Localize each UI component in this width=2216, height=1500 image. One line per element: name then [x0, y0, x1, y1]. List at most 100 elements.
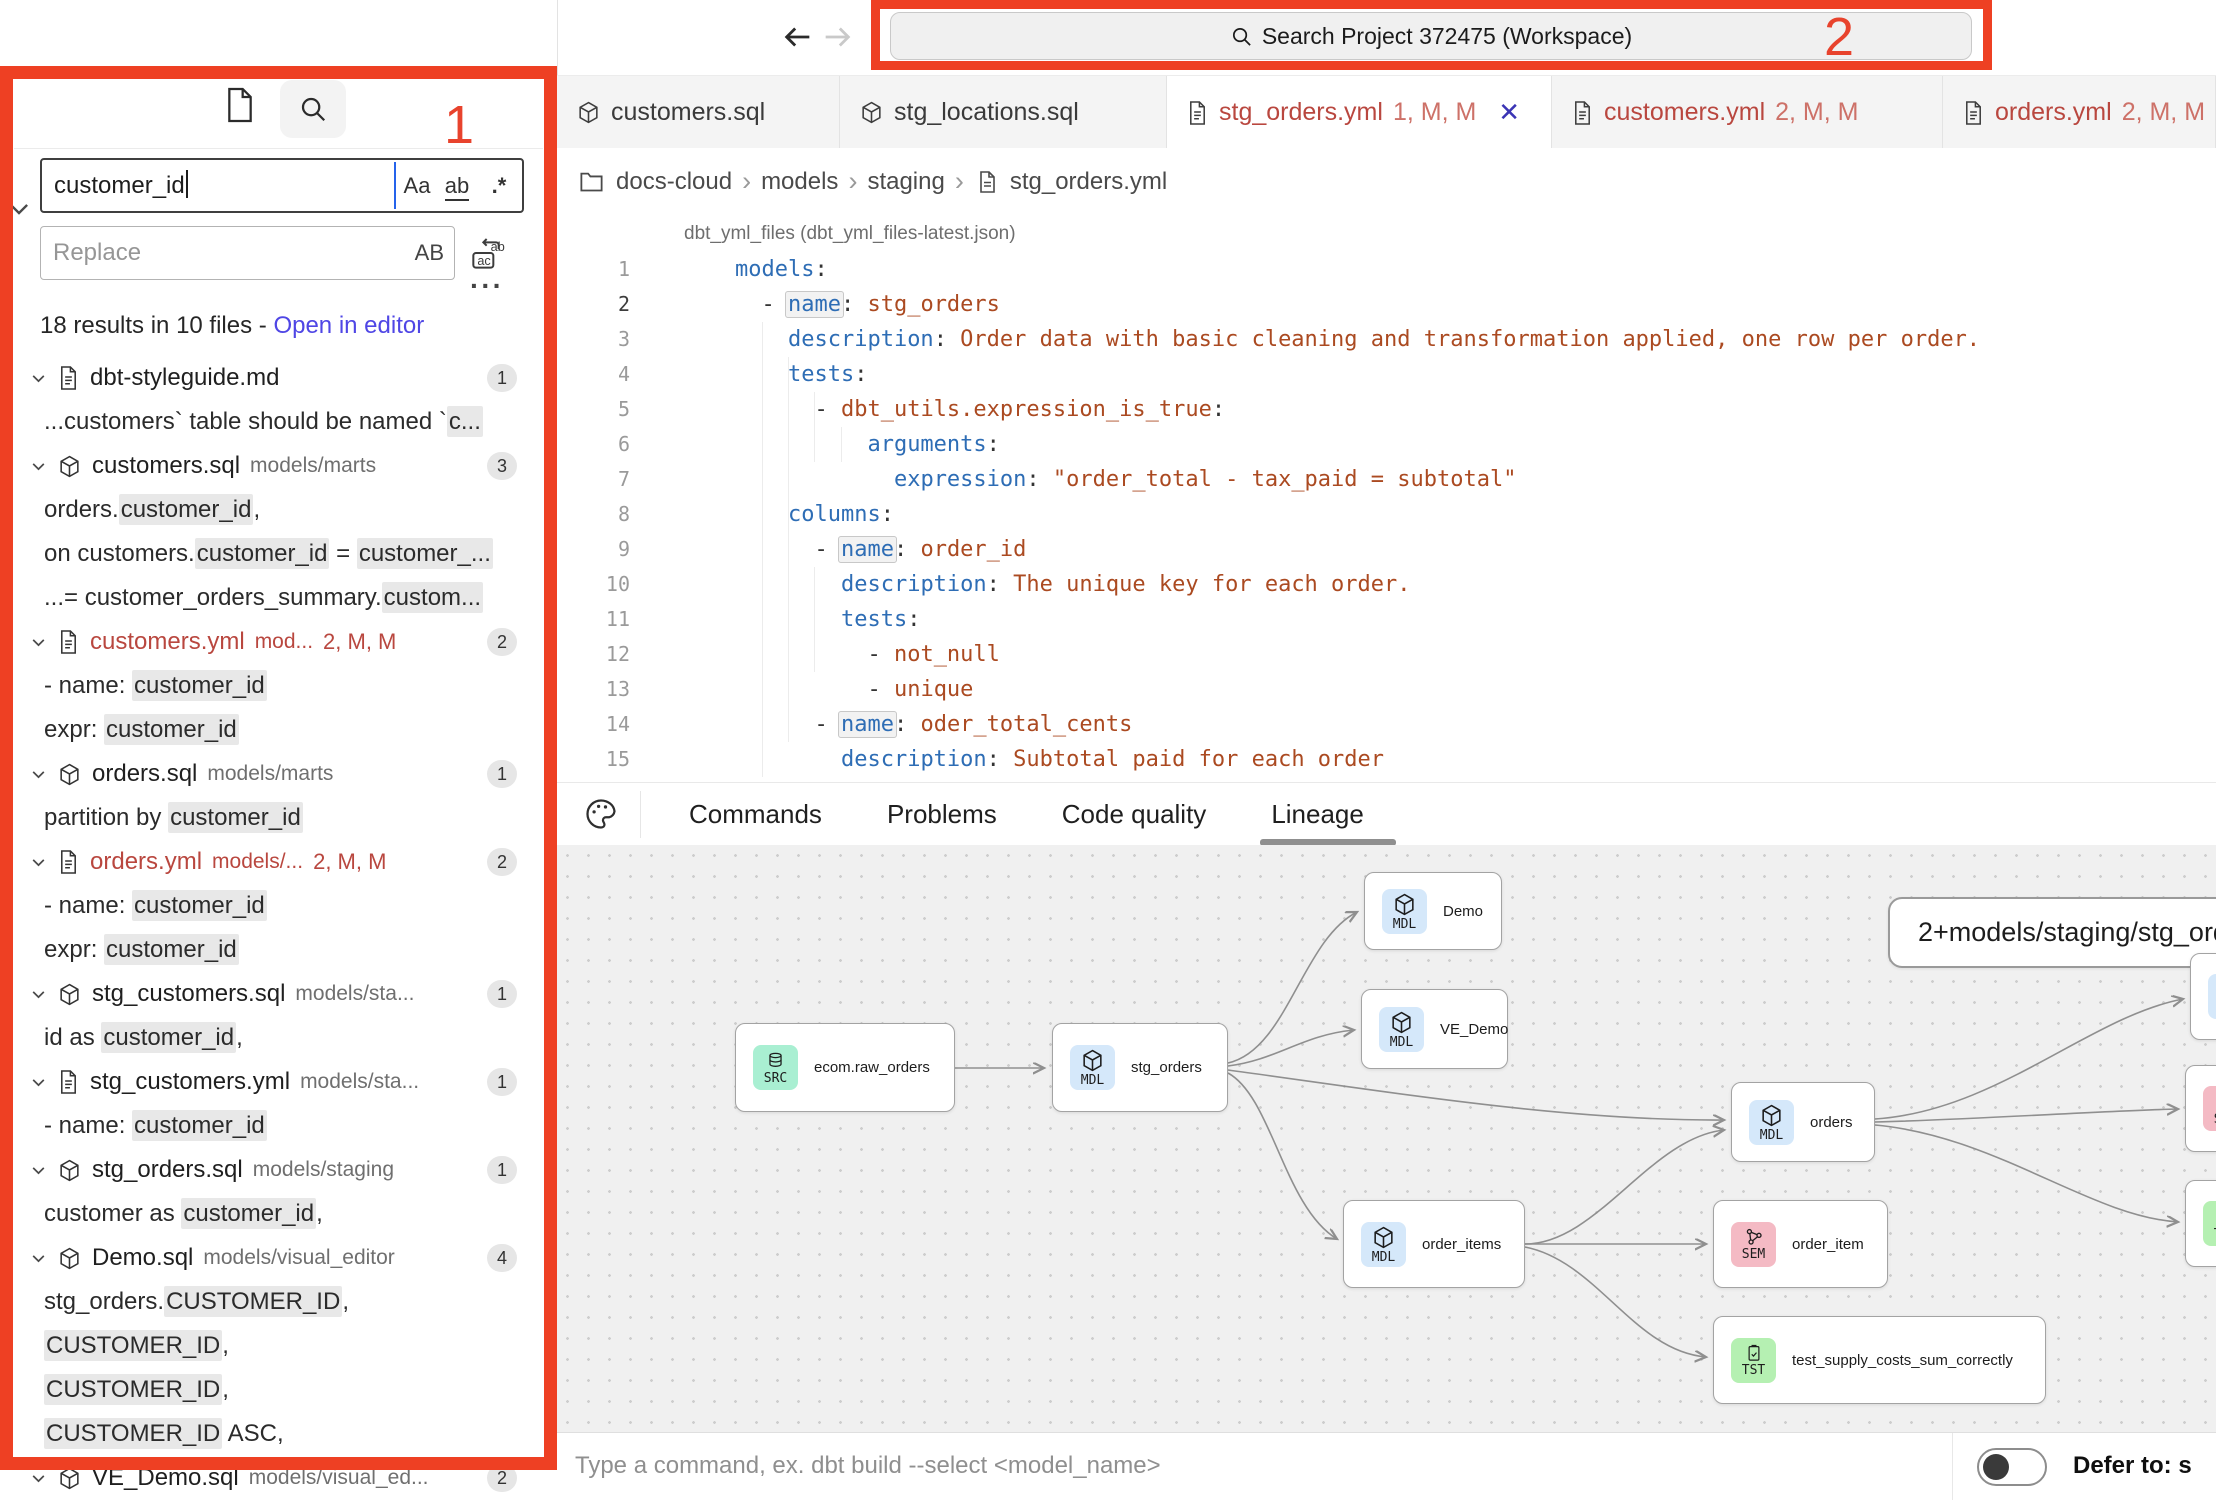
lineage-node-stg_orders[interactable]: MDLstg_orders: [1052, 1023, 1228, 1112]
result-count-badge: 1: [487, 364, 517, 392]
panel-tab-code-quality[interactable]: Code quality: [1062, 799, 1207, 830]
search-result-match[interactable]: customer as customer_id,: [14, 1192, 543, 1236]
search-result-match[interactable]: CUSTOMER_ID,: [14, 1368, 543, 1412]
defer-toggle[interactable]: [1977, 1448, 2047, 1486]
command-input[interactable]: Type a command, ex. dbt build --select <…: [575, 1433, 1161, 1499]
search-result-match[interactable]: - name: customer_id: [14, 884, 543, 928]
breadcrumb-path[interactable]: docs-cloud › models › staging ›: [616, 166, 964, 197]
whole-word-button[interactable]: ab: [438, 160, 476, 211]
panel-tabs: Commands Problems Code quality Lineage: [689, 783, 1364, 846]
chevron-down-icon[interactable]: [6, 196, 32, 222]
search-result-match[interactable]: partition by customer_id: [14, 796, 543, 840]
lineage-node-ecom.raw_orders[interactable]: SRCecom.raw_orders: [735, 1023, 955, 1112]
search-result-file-dbt-styleguide.md[interactable]: dbt-styleguide.md1: [14, 356, 543, 400]
search-tab-icon[interactable]: [280, 80, 346, 138]
preserve-case-button[interactable]: AB: [415, 227, 444, 279]
palette-icon[interactable]: [583, 796, 619, 832]
file-icon: [1571, 100, 1594, 126]
lineage-node-partial-1[interactable]: SEM: [2185, 1065, 2216, 1152]
chevron-down-icon[interactable]: [30, 1074, 47, 1091]
chevron-down-icon[interactable]: [30, 1470, 47, 1487]
project-search-bar[interactable]: Search Project 372475 (Workspace): [890, 12, 1972, 60]
search-result-match[interactable]: ...customers` table should be named `c..…: [14, 400, 543, 444]
search-result-match[interactable]: orders.customer_id,: [14, 488, 543, 532]
search-result-file-customers.sql[interactable]: customers.sqlmodels/marts3: [14, 444, 543, 488]
result-count-badge: 1: [487, 1068, 517, 1096]
model-icon: [576, 100, 601, 125]
tab-orders.yml[interactable]: orders.yml2, M, M: [1943, 76, 2216, 149]
lineage-node-orders[interactable]: MDLorders: [1731, 1082, 1875, 1162]
open-in-editor-link[interactable]: Open in editor: [273, 312, 424, 339]
search-result-match[interactable]: ...= customer_orders_summary.custom...: [14, 576, 543, 620]
search-result-match[interactable]: CUSTOMER_ID,: [14, 1324, 543, 1368]
search-result-match[interactable]: expr: customer_id: [14, 708, 543, 752]
close-icon[interactable]: ✕: [1498, 97, 1520, 128]
lineage-node-test_supply_costs_sum_correctly[interactable]: TSTtest_supply_costs_sum_correctly: [1713, 1316, 2046, 1404]
lineage-node-VE_Demo[interactable]: MDLVE_Demo: [1361, 989, 1508, 1069]
code-editor[interactable]: dbt_yml_files (dbt_yml_files-latest.json…: [557, 215, 2216, 782]
breadcrumb-item[interactable]: models: [761, 168, 838, 196]
line-number: 13: [557, 672, 630, 707]
lineage-node-partial-2[interactable]: TST: [2185, 1180, 2216, 1267]
search-result-match[interactable]: - name: customer_id: [14, 1104, 543, 1148]
search-result-file-customers.yml[interactable]: customers.ymlmod...2, M, M2: [14, 620, 543, 664]
chevron-down-icon[interactable]: [30, 766, 47, 783]
breadcrumb-item[interactable]: staging: [867, 168, 944, 196]
lineage-node-order_item[interactable]: SEMorder_item: [1713, 1200, 1888, 1288]
search-result-file-stg_customers.sql[interactable]: stg_customers.sqlmodels/sta...1: [14, 972, 543, 1016]
chevron-down-icon[interactable]: [30, 634, 47, 651]
chevron-down-icon[interactable]: [30, 458, 47, 475]
search-result-match[interactable]: on customers.customer_id = customer_...: [14, 532, 543, 576]
line-number: 12: [557, 637, 630, 672]
tab-customers.yml[interactable]: customers.yml2, M, M: [1552, 76, 1943, 149]
tab-stg_locations.sql[interactable]: stg_locations.sql: [840, 76, 1167, 149]
line-number: 8: [557, 497, 630, 532]
chevron-down-icon[interactable]: [30, 1162, 47, 1179]
more-actions-button[interactable]: ···: [470, 270, 504, 302]
search-result-file-stg_customers.yml[interactable]: stg_customers.ymlmodels/sta...1: [14, 1060, 543, 1104]
lineage-node-order_items[interactable]: MDLorder_items: [1343, 1200, 1525, 1288]
replace-all-icon[interactable]: ac ab: [468, 232, 512, 274]
lineage-node-Demo[interactable]: MDLDemo: [1364, 872, 1502, 950]
line-number: 1: [557, 252, 630, 287]
chevron-down-icon[interactable]: [30, 370, 47, 387]
search-result-match[interactable]: stg_orders.CUSTOMER_ID,: [14, 1280, 543, 1324]
file-icon: [57, 1069, 80, 1095]
chevron-down-icon[interactable]: [30, 986, 47, 1003]
back-arrow-icon[interactable]: [781, 20, 815, 54]
breadcrumb-file[interactable]: stg_orders.yml: [1010, 168, 1167, 196]
search-result-file-orders.yml[interactable]: orders.ymlmodels/...2, M, M2: [14, 840, 543, 884]
chevron-down-icon[interactable]: [30, 1250, 47, 1267]
search-result-file-Demo.sql[interactable]: Demo.sqlmodels/visual_editor4: [14, 1236, 543, 1280]
tab-stg_orders.yml[interactable]: stg_orders.yml1, M, M✕: [1167, 76, 1552, 149]
panel-tab-commands[interactable]: Commands: [689, 799, 822, 830]
replace-input[interactable]: Replace AB: [40, 226, 455, 280]
new-file-icon[interactable]: [224, 84, 262, 126]
mdl-icon: MDL: [1749, 1100, 1794, 1145]
search-result-match[interactable]: expr: customer_id: [14, 928, 543, 972]
search-result-match[interactable]: - name: customer_id: [14, 664, 543, 708]
panel-tab-lineage[interactable]: Lineage: [1271, 799, 1364, 830]
search-result-match[interactable]: id as customer_id,: [14, 1016, 543, 1060]
file-icon: [57, 365, 80, 391]
search-result-file-VE_Demo.sql[interactable]: VE_Demo.sqlmodels/visual_ed...2: [14, 1456, 543, 1500]
panel-tab-problems[interactable]: Problems: [887, 799, 997, 830]
chevron-down-icon[interactable]: [30, 854, 47, 871]
tab-customers.sql[interactable]: customers.sql: [557, 76, 840, 149]
breadcrumb-item[interactable]: docs-cloud: [616, 168, 732, 196]
search-result-file-stg_orders.sql[interactable]: stg_orders.sqlmodels/staging1: [14, 1148, 543, 1192]
search-input[interactable]: customer_id Aa ab .*: [40, 158, 524, 213]
model-icon: [57, 454, 82, 479]
search-result-match[interactable]: CUSTOMER_ID ASC,: [14, 1412, 543, 1456]
forward-arrow-icon[interactable]: [820, 20, 854, 54]
search-result-file-orders.sql[interactable]: orders.sqlmodels/marts1: [14, 752, 543, 796]
lineage-graph[interactable]: 2+models/staging/stg_ord SRCecom.raw_ord…: [557, 845, 2216, 1432]
regex-button[interactable]: .*: [480, 160, 518, 211]
code-line-4: 4 tests:: [557, 357, 2216, 392]
tst-icon: TST: [2203, 1201, 2216, 1246]
lineage-selector-chip[interactable]: 2+models/staging/stg_ord: [1888, 897, 2216, 968]
lineage-node-partial-0[interactable]: MDL: [2190, 953, 2216, 1040]
code-line-9: 9 - name: order_id: [557, 532, 2216, 567]
match-case-button[interactable]: Aa: [398, 160, 436, 211]
src-icon: SRC: [753, 1045, 798, 1090]
